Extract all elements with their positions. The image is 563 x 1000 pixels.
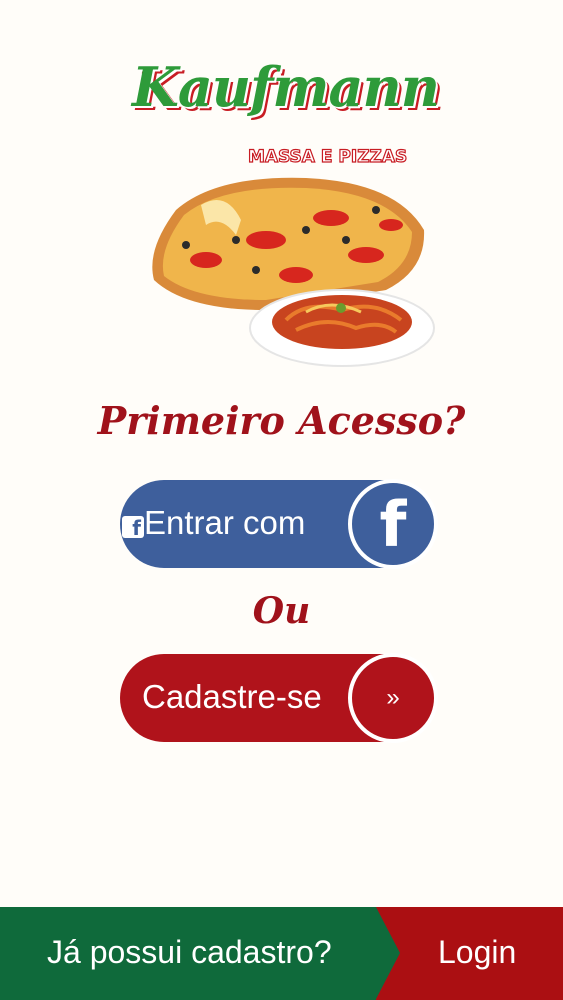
- logo-title: Kaufmann: [132, 55, 440, 119]
- facebook-small-icon: f: [122, 516, 144, 540]
- facebook-login-button[interactable]: f Entrar com f: [120, 479, 438, 569]
- or-separator: Ou: [252, 590, 311, 632]
- double-chevron-right-icon: »: [386, 684, 400, 711]
- login-label: Login: [438, 934, 517, 970]
- already-registered-area[interactable]: Já possui cadastro?: [0, 907, 376, 1000]
- login-button[interactable]: Login: [376, 907, 563, 1000]
- facebook-button-label: Entrar com: [144, 504, 306, 541]
- register-button[interactable]: Cadastre-se »: [120, 653, 438, 743]
- register-circle: »: [348, 653, 438, 743]
- first-access-heading: Primeiro Acesso?: [97, 398, 466, 443]
- footer-bar: Já possui cadastro? Login: [0, 907, 563, 1000]
- already-registered-text: Já possui cadastro?: [47, 934, 332, 970]
- logo-subtitle: MASSA E PIZZAS: [247, 146, 408, 167]
- facebook-circle: f: [348, 479, 438, 569]
- pizza-pasta-illustration: [152, 177, 435, 367]
- register-button-label: Cadastre-se: [142, 678, 322, 715]
- footer-arrow-divider: [376, 907, 400, 999]
- facebook-icon: f: [379, 487, 407, 561]
- brand-logo: Kaufmann MASSA E PIZZAS: [120, 45, 440, 180]
